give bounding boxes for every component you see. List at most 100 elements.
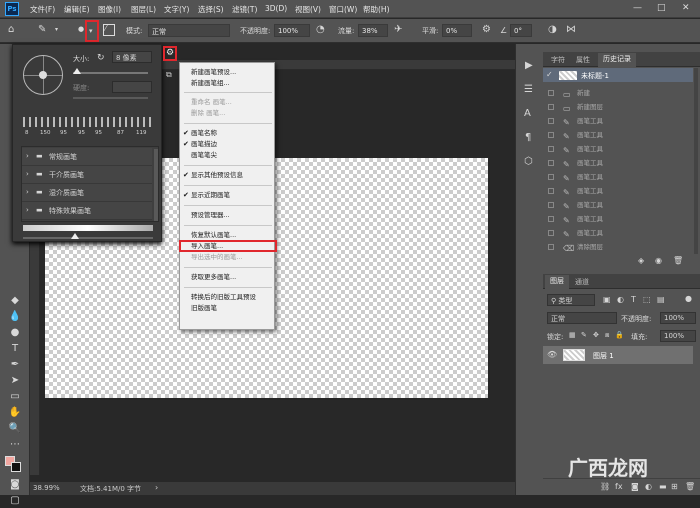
filter-smart-object-icon[interactable]: ▤ [657,295,665,304]
layer-opacity-field[interactable]: 100% [660,312,696,324]
type-tool-icon[interactable]: T [8,342,22,356]
menu-item-brush-name[interactable]: ✔ 画笔名称 [180,128,276,138]
flow-field[interactable]: 38% [358,24,388,37]
menu-file[interactable]: 文件(F) [30,4,55,15]
lock-position-icon[interactable]: ✥ [593,331,599,339]
hardness-field[interactable] [112,81,152,93]
symmetry-icon[interactable]: ⋈ [566,24,576,35]
lock-all-icon[interactable]: 🔒 [615,331,624,339]
character-icon[interactable]: A [524,108,531,119]
recent-brush-strokes[interactable] [23,117,153,127]
tab-character[interactable]: 字符 [551,55,565,65]
smoothing-options-gear-icon[interactable]: ⚙ [482,24,491,35]
size-field[interactable]: 8 像素 [112,51,152,63]
dodge-icon[interactable]: ● [8,326,22,340]
history-step[interactable]: ✎ 画笔工具 [543,142,693,156]
menu-item-preset-manager[interactable]: 预设管理器... [180,210,276,220]
filter-type-icon[interactable]: T [631,295,636,304]
history-step[interactable]: ✎ 画笔工具 [543,184,693,198]
history-step[interactable]: ✎ 画笔工具 [543,170,693,184]
paint-bucket-icon[interactable]: ◆ [8,294,22,308]
pressure-opacity-icon[interactable]: ◔ [316,24,325,35]
menu-item-legacy-brushes[interactable]: 旧版画笔 [180,303,276,313]
link-layers-icon[interactable]: ⛓ [600,482,610,491]
menu-item-brush-stroke[interactable]: ✔ 画笔描边 [180,139,276,149]
menu-select[interactable]: 选择(S) [198,4,224,15]
history-step[interactable]: ✎ 画笔工具 [543,226,693,240]
3d-cube-icon[interactable]: ⬡ [524,156,533,167]
preview-size-slider[interactable] [23,237,153,239]
history-step[interactable]: ⌫ 清除图层 [543,240,693,254]
brush-angle-roundness-dial[interactable] [23,55,63,95]
minimize-icon[interactable]: — [633,3,642,13]
menu-layer[interactable]: 图层(L) [131,4,156,15]
tab-history[interactable]: 历史记录 [598,53,636,67]
menu-item-converted-legacy-presets[interactable]: 转换后的旧版工具预设 [180,292,276,302]
layer-filter-select[interactable]: ⚲ 类型 [547,294,595,306]
opacity-field[interactable]: 100% [274,24,310,37]
menu-3d[interactable]: 3D(D) [265,4,287,13]
more-tools-icon[interactable]: ⋯ [8,438,22,452]
reset-icon[interactable]: ↻ [97,53,105,63]
history-step[interactable]: ✎ 画笔工具 [543,212,693,226]
fx-icon[interactable]: fx [615,482,623,491]
blend-mode-select[interactable]: 正常 [547,312,617,324]
menu-item-show-recent-brushes[interactable]: ✔ 显示近期画笔 [180,190,276,200]
menu-item-delete-brush[interactable]: 删除 画笔... [180,108,276,118]
close-icon[interactable]: ✕ [682,3,690,13]
home-icon[interactable]: ⌂ [8,24,14,35]
menu-type[interactable]: 文字(Y) [164,4,189,15]
status-menu-arrow-icon[interactable]: › [155,483,158,492]
snapshot-from-state-icon[interactable]: ◈ [638,256,644,265]
hand-tool-icon[interactable]: ✋ [8,406,22,420]
visibility-eye-icon[interactable]: 👁 [547,350,557,359]
hardness-slider-track[interactable] [73,97,148,99]
fill-field[interactable]: 100% [660,330,696,342]
history-step[interactable]: ▭ 新建图层 [543,100,693,114]
menu-item-new-brush-preset[interactable]: 新建画笔预设... [180,67,276,77]
brush-preset-dot-icon[interactable]: ● [78,25,84,33]
brush-tool-icon[interactable]: ✎ [38,24,46,35]
menu-item-import-brushes[interactable]: 导入画笔... [179,240,277,252]
menu-view[interactable]: 视图(V) [295,4,321,15]
size-slider-track[interactable] [73,72,148,74]
brush-group[interactable]: › ▬ 特殊效果画笔 [22,202,152,220]
layer-name[interactable]: 图层 1 [593,351,614,361]
chevron-down-icon[interactable]: ▾ [55,26,58,33]
filter-pixel-icon[interactable]: ▣ [603,295,611,304]
pressure-size-icon[interactable]: ◑ [548,24,557,35]
lock-pixels-icon[interactable]: ▦ [569,331,576,339]
smooth-field[interactable]: 0% [442,24,472,37]
menu-item-rename-brush[interactable]: 重命名 画笔... [180,97,276,107]
delete-layer-icon[interactable]: 🗑 [685,482,695,491]
menu-item-new-brush-group[interactable]: 新建画笔组... [180,78,276,88]
angle-field[interactable]: 0° [510,24,532,37]
menu-item-get-more-brushes[interactable]: 获取更多画笔... [180,272,276,282]
history-step[interactable]: ✎ 画笔工具 [543,198,693,212]
trash-icon[interactable]: 🗑 [673,256,683,265]
tab-channels[interactable]: 通道 [575,277,589,287]
quick-mask-icon[interactable]: ◙ [8,478,22,492]
menu-filter[interactable]: 滤镜(T) [232,4,257,15]
list-scrollbar[interactable] [154,149,158,221]
screen-mode-icon[interactable]: ▢ [8,494,22,508]
zoom-tool-icon[interactable]: 🔍 [8,422,22,436]
menu-item-show-additional-info[interactable]: ✔ 显示其他预设信息 [180,170,276,180]
airbrush-icon[interactable]: ✈ [394,24,402,35]
maximize-icon[interactable]: □ [657,3,666,13]
brush-group[interactable]: › ▬ 常规画笔 [22,148,152,166]
menu-item-restore-default-brushes[interactable]: 恢复默认画笔... [180,230,276,240]
group-folder-icon[interactable]: ▬ [659,482,667,491]
layer-row[interactable]: 👁 图层 1 [543,346,693,364]
menu-image[interactable]: 图像(I) [98,4,121,15]
new-preset-icon[interactable]: ⧉ [166,70,172,80]
brush-settings-panel-icon[interactable]: ⁄ [103,24,115,36]
menu-help[interactable]: 帮助(H) [363,4,390,15]
history-step[interactable]: ✎ 画笔工具 [543,156,693,170]
add-mask-icon[interactable]: ◙ [631,482,639,491]
filter-toggle-icon[interactable]: ● [685,294,692,303]
tab-properties[interactable]: 属性 [576,55,590,65]
history-step[interactable]: ✎ 画笔工具 [543,114,693,128]
new-layer-icon[interactable]: ⊞ [671,482,678,491]
menu-edit[interactable]: 编辑(E) [64,4,90,15]
